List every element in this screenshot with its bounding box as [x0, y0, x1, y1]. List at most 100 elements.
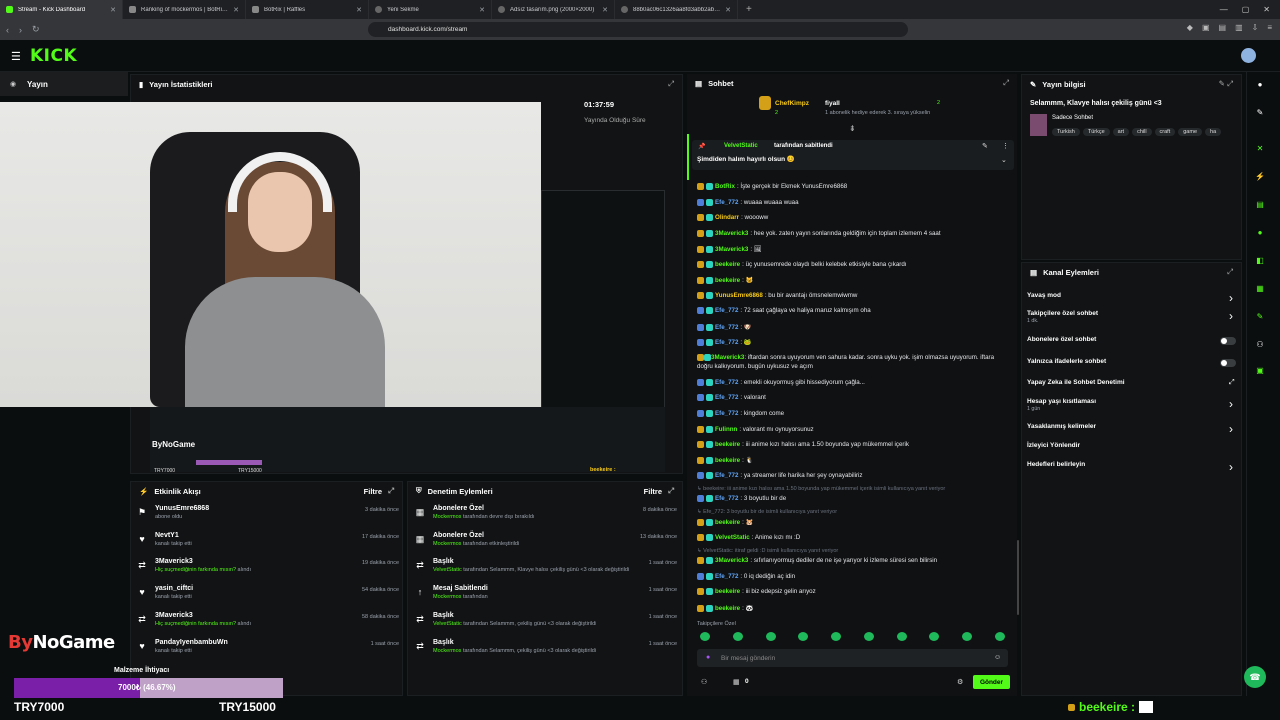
tag-chip[interactable]: craft [1154, 128, 1176, 136]
chat-message[interactable]: beekeire: 🐼 [697, 604, 753, 612]
chat-username[interactable]: VelvetStatic [715, 534, 750, 541]
channel-action[interactable]: Yasaklanmış kelimeler [1027, 423, 1096, 430]
close-tab-icon[interactable]: ✕ [110, 6, 116, 14]
emote-icon[interactable] [765, 632, 776, 641]
chat-username[interactable]: Efe_772 [715, 410, 738, 417]
back-icon[interactable]: ‹ [6, 25, 9, 35]
emote-icon[interactable] [700, 632, 710, 641]
filter-button[interactable]: Filtre [364, 487, 382, 496]
emote-icon[interactable] [994, 632, 1005, 641]
moderation-row[interactable]: ▦ Abonelere Özel Mockermos tarafından etki… [415, 532, 677, 558]
chat-message[interactable]: 3Maverick3: sıfırlanıyormuş dediler de n… [697, 557, 937, 564]
channel-action[interactable]: Takipçilere özel sohbet 1 dk. [1027, 310, 1098, 324]
chat-username[interactable]: 3Maverick3 [711, 354, 744, 361]
chat-message[interactable]: 3Maverick3: 🖼 [697, 245, 762, 253]
chat-message[interactable]: Efe_772: 0 iq dediğin aç idin [697, 573, 795, 580]
chat-message[interactable]: VelvetStatic: Anime kızı mı :D [697, 534, 800, 541]
support-icon[interactable]: ☎ [1244, 666, 1266, 688]
pencil-icon[interactable]: ✎ [1253, 108, 1267, 120]
emote-icon[interactable] [929, 632, 940, 641]
wrench-icon[interactable]: ✎ [1253, 312, 1267, 324]
tool-icon[interactable]: ◧ [1253, 256, 1267, 268]
chat-scrollbar[interactable] [1017, 540, 1019, 615]
popout-icon[interactable]: ⤢ [1227, 267, 1233, 277]
category-name[interactable]: Sadece Sohbet [1052, 115, 1093, 121]
chat-username[interactable]: Efe_772 [715, 339, 738, 346]
sidebar-icon[interactable]: ▥ [1235, 23, 1243, 32]
activity-user[interactable]: YunusEmre6868 [155, 505, 209, 512]
second-gifter-name[interactable]: fiyall [825, 100, 840, 107]
activity-row[interactable]: ⇄ 3Maverick3 Hiç suçmediğinin farkında mıs… [137, 558, 399, 584]
browser-tab[interactable]: Ranking of mockermos | BotRix — D✕ [123, 0, 246, 19]
chat-username[interactable]: 3Maverick3 [715, 557, 748, 564]
chat-message[interactable]: ↳ beekeire: iii anime kızı halısı ama 1.… [697, 486, 945, 492]
chat-username[interactable]: Efe_772 [715, 573, 738, 580]
activity-user[interactable]: 3Maverick3 [155, 558, 251, 565]
browser-tab[interactable]: BotRix | Raffles ✕ [246, 0, 369, 19]
info-icon[interactable]: ● [1253, 80, 1267, 92]
channel-action[interactable]: Yalnızca ifadelerle sohbet [1027, 358, 1106, 365]
edit-icon[interactable]: ✎ ⤢ [1219, 79, 1233, 89]
chat-message[interactable]: Olindarr: woooww [697, 214, 768, 221]
chat-input[interactable]: Bir mesaj gönderin [697, 649, 1008, 667]
chat-username[interactable]: beekeire [715, 277, 740, 284]
avatar[interactable] [1241, 48, 1256, 63]
tool-icon[interactable]: ✕ [1253, 144, 1267, 156]
bolt-icon[interactable]: ⚡ [1253, 172, 1267, 184]
external-link-icon[interactable]: ⤢ [1229, 379, 1235, 387]
close-window-icon[interactable]: ✕ [1263, 5, 1270, 14]
chat-message[interactable]: Efe_772: 🐸 [697, 338, 752, 346]
maximize-icon[interactable]: ▢ [1242, 5, 1250, 14]
chat-username[interactable]: beekeire [715, 519, 740, 526]
chat-message[interactable]: Efe_772: 72 saat çağlaya ve haliya maruz… [697, 307, 871, 314]
filter-button[interactable]: Filtre [644, 487, 662, 496]
kick-logo[interactable]: KICK [30, 46, 77, 66]
chat-username[interactable]: Efe_772 [715, 472, 738, 479]
chat-bubble-icon[interactable]: ● [1253, 228, 1267, 240]
gift-icon[interactable]: ▦ [733, 678, 740, 686]
download-icon[interactable]: ⇩ [1252, 23, 1259, 32]
browser-tab[interactable]: Yeni Sekme ✕ [369, 0, 492, 19]
collapse-icon[interactable]: ⇟ [849, 124, 856, 133]
close-tab-icon[interactable]: ✕ [602, 6, 608, 14]
send-button[interactable]: Gönder [973, 675, 1010, 689]
emote-icon[interactable] [732, 632, 743, 641]
chat-message[interactable]: 3Maverick3: hee yok. zaten yayın sonları… [697, 230, 941, 237]
new-tab-button[interactable]: + [738, 4, 760, 15]
reload-icon[interactable]: ↻ [32, 24, 40, 35]
activity-row[interactable]: ♥ PandayIyenbambuWn kanalı takip etti 1 saa… [137, 639, 399, 665]
minimize-icon[interactable]: — [1220, 5, 1228, 14]
chat-username[interactable]: beekeire [715, 588, 740, 595]
extension-icon[interactable]: ▤ [1219, 23, 1227, 32]
chat-message[interactable]: YunusEmre6868: bu bir avantajı ömsnelemw… [697, 292, 857, 299]
mic-icon[interactable]: ● [706, 654, 710, 661]
channel-action[interactable]: İzleyici Yönlendir [1027, 442, 1080, 449]
chat-message[interactable]: beekeire: 🐱 [697, 276, 753, 284]
activity-row[interactable]: ⇄ 3Maverick3 Hiç suçmediğinin farkında mıs… [137, 612, 399, 638]
popout-icon[interactable]: ⤢ [668, 79, 674, 89]
chat-username[interactable]: Efe_772 [715, 199, 738, 206]
moderation-row[interactable]: ▦ Abonelere Özel Mockermos tarafından devr… [415, 505, 677, 531]
channel-action[interactable]: Hesap yaşı kısıtlaması 1 gün [1027, 398, 1096, 412]
browser-tab[interactable]: Adsız tasarım.png (2000×2000) ✕ [492, 0, 615, 19]
toggle-switch[interactable] [1220, 337, 1236, 345]
activity-row[interactable]: ⚑ YunusEmre6868 abone oldu 3 dakika önce [137, 505, 399, 531]
channel-action[interactable]: Hedefleri belirleyin [1027, 461, 1085, 468]
popout-icon[interactable]: ⤢ [668, 486, 674, 496]
channel-action[interactable]: Abonelere özel sohbet [1027, 336, 1096, 343]
activity-user[interactable]: 3Maverick3 [155, 612, 251, 619]
popout-icon[interactable]: ⤢ [388, 486, 394, 496]
activity-user[interactable]: NevtY1 [155, 532, 192, 539]
emote-icon[interactable] [863, 632, 874, 641]
hamburger-menu-icon[interactable]: ☰ [11, 50, 21, 63]
close-tab-icon[interactable]: ✕ [356, 6, 362, 14]
chat-message[interactable]: beekeire: 🐧 [697, 456, 753, 464]
chevron-down-icon[interactable]: ⌄ [1001, 156, 1007, 164]
side-nav-current[interactable]: ◉ Yayın [0, 72, 128, 96]
chevron-right-icon[interactable]: › [1229, 309, 1233, 323]
popout-icon[interactable]: ⤢ [1003, 78, 1009, 88]
activity-user[interactable]: PandayIyenbambuWn [155, 639, 228, 646]
chat-username[interactable]: Efe_772 [715, 324, 738, 331]
chat-message[interactable]: 3Maverick3: iftardan sonra uyuyorum ven … [697, 353, 1002, 371]
forward-icon[interactable]: › [19, 25, 22, 35]
